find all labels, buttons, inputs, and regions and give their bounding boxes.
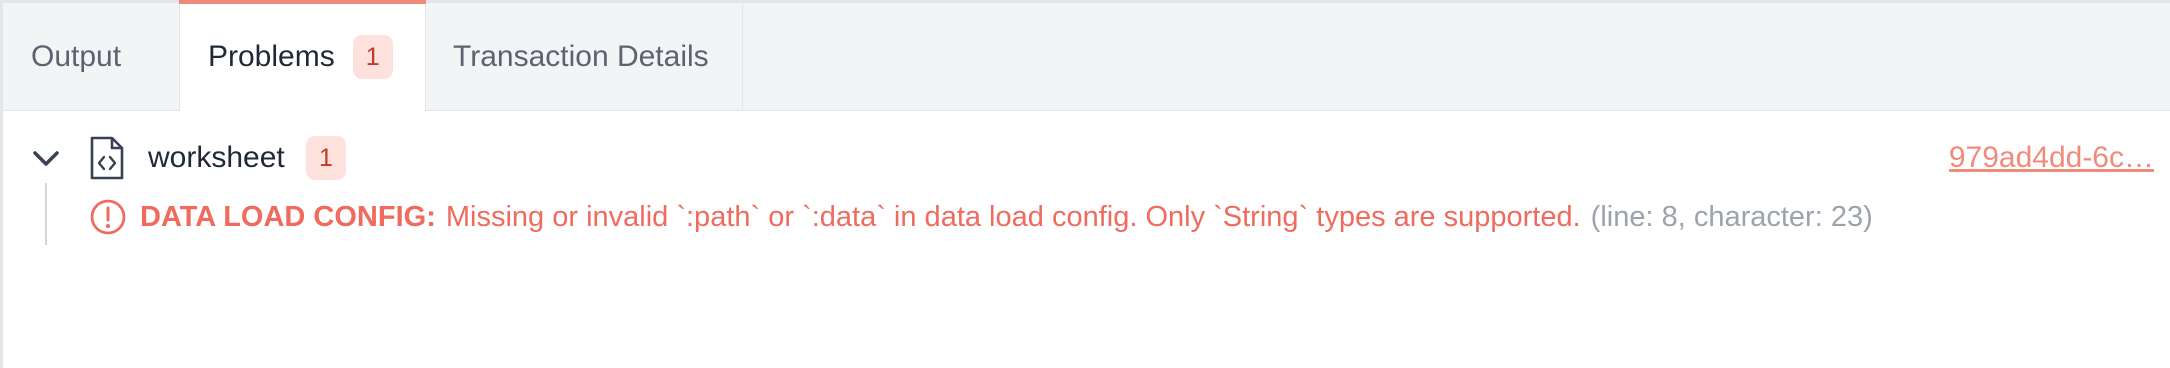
problem-location: (line: 8, character: 23): [1590, 200, 1873, 233]
problem-item[interactable]: DATA LOAD CONFIG: Missing or invalid `:p…: [89, 196, 1873, 238]
problem-code: DATA LOAD CONFIG:: [140, 200, 436, 233]
problem-message: Missing or invalid `:path` or `:data` in…: [445, 200, 1581, 233]
active-tab-indicator: [179, 0, 426, 4]
tab-problems[interactable]: Problems 1: [179, 0, 426, 111]
problem-file-row[interactable]: worksheet 1 979ad4dd-6c…: [3, 133, 2170, 183]
bottom-panel: Output Problems 1 Transaction Details wo…: [0, 0, 2170, 368]
error-circle-icon: [89, 198, 127, 236]
chevron-down-icon[interactable]: [31, 145, 61, 171]
tab-transaction-details-label: Transaction Details: [453, 39, 709, 73]
code-file-icon: [88, 135, 126, 181]
panel-tab-bar: Output Problems 1 Transaction Details: [3, 0, 2170, 111]
file-name: worksheet: [148, 141, 285, 174]
tree-guide-line: [45, 183, 47, 245]
problems-count-badge: 1: [352, 35, 393, 79]
tab-output-label: Output: [31, 39, 122, 73]
tab-output[interactable]: Output: [3, 3, 179, 110]
file-problem-count-badge: 1: [306, 136, 346, 180]
tab-problems-label: Problems: [208, 40, 335, 73]
transaction-link[interactable]: 979ad4dd-6c…: [1949, 141, 2154, 175]
tab-transaction-details[interactable]: Transaction Details: [426, 3, 743, 110]
